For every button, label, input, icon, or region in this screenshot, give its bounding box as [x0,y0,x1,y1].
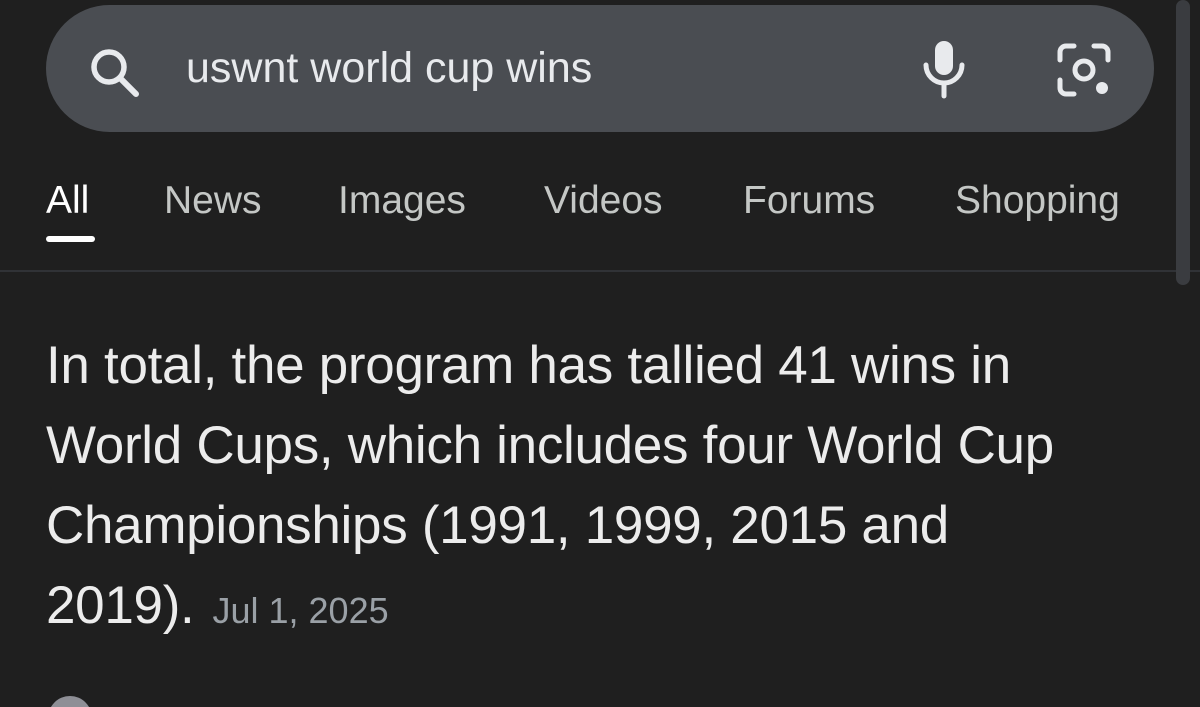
search-icon[interactable] [86,44,142,100]
tab-forums[interactable]: Forums [743,178,875,224]
answer-text: In total, the program has tallied 41 win… [46,336,1054,635]
tab-all[interactable]: All [46,178,89,224]
tab-shopping[interactable]: Shopping [955,178,1120,224]
camera-lens-icon[interactable] [1054,40,1114,100]
microphone-icon[interactable] [918,38,970,100]
tab-videos[interactable]: Videos [544,178,663,224]
search-input[interactable] [186,38,866,98]
answer-date: Jul 1, 2025 [212,590,389,631]
tab-images[interactable]: Images [338,178,466,224]
search-results-page: All News Images Videos Forums Shopping I… [0,0,1200,707]
tab-news[interactable]: News [164,178,262,224]
featured-answer: In total, the program has tallied 41 win… [46,326,1156,651]
source-avatar[interactable] [48,696,92,707]
active-tab-indicator [46,236,95,242]
scrollbar[interactable] [1176,0,1190,285]
search-tabs: All News Images Videos Forums Shopping [0,160,1180,250]
tabs-divider [0,270,1200,272]
